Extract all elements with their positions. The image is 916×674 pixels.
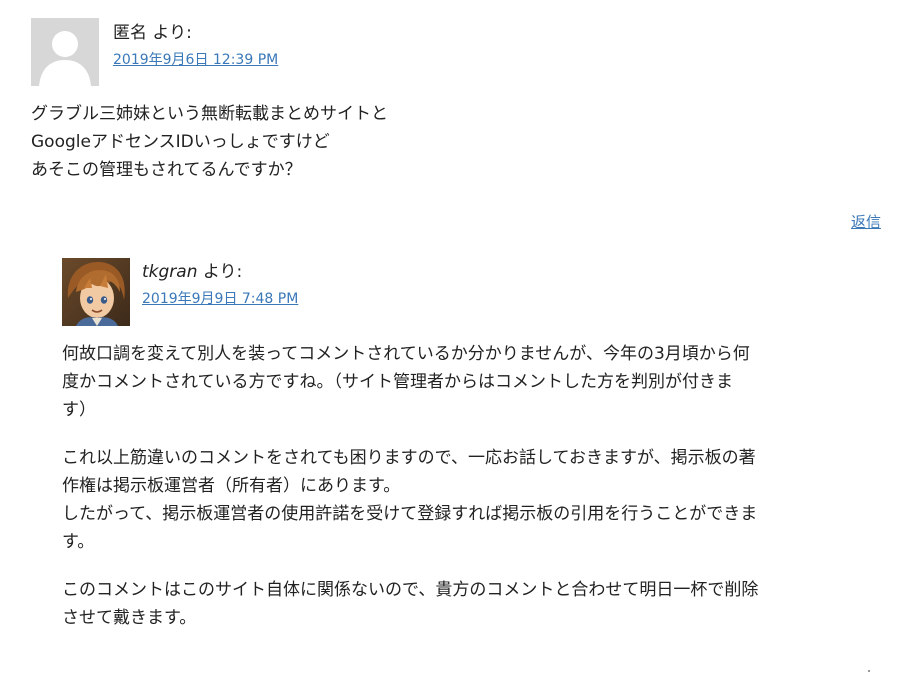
author-suffix: より: [197,262,243,282]
comment-body: 何故口調を変えて別人を装ってコメントされているか分かりませんが、今年の3月頃から… [62,340,892,652]
comment-line: 何故口調を変えて別人を装ってコメントされているか分かりませんが、今年の3月頃から… [62,344,750,364]
comment-line: させて戴きます。 [62,608,197,628]
comment-date-link[interactable]: 2019年9月9日 7:48 PM [142,289,298,309]
comment-line: 作権は掲示板運営者（所有者）にあります。 [62,476,401,496]
comment-line: あそこの管理もされてるんですか？ [31,160,302,180]
author-suffix: より: [147,23,192,43]
comment-meta: tkgran より: 2019年9月9日 7:48 PM [142,258,298,309]
author-name: tkgran [142,262,198,282]
comment-meta: 匿名 より: 2019年9月6日 12:39 PM [113,18,278,70]
divider-dot [868,670,870,672]
comment-paragraph: 何故口調を変えて別人を装ってコメントされているか分かりませんが、今年の3月頃から… [62,340,892,424]
comment-author: 匿名 より: [113,20,278,46]
comment-paragraph: このコメントはこのサイト自体に関係ないので、貴方のコメントと合わせて明日一杯で削… [62,576,892,632]
comment-author: tkgran より: [142,259,298,285]
author-name: 匿名 [113,23,147,43]
comment-line: グラブル三姉妹という無断転載まとめサイトと [31,104,388,124]
tkgran-avatar-icon [62,258,130,326]
comment-paragraph: これ以上筋違いのコメントをされても困りますので、一応お話しておきますが、掲示板の… [62,444,892,556]
comment-line: このコメントはこのサイト自体に関係ないので、貴方のコメントと合わせて明日一杯で削… [62,580,759,600]
comment-date-link[interactable]: 2019年9月6日 12:39 PM [113,50,278,70]
comment-line: す。 [62,532,95,552]
comment-line: す） [62,400,96,420]
comment-body: グラブル三姉妹という無断転載まとめサイトと GoogleアドセンスIDいっしょで… [31,100,591,184]
reply-button[interactable]: 返信 [851,212,881,232]
comment-line: 度かコメントされている方ですね。（サイト管理者からはコメントした方を判別が付きま [62,372,733,392]
comment-line: したがって、掲示板運営者の使用許諾を受けて登録すれば掲示板の引用を行うことができ… [62,504,758,524]
anonymous-avatar-icon [31,18,99,86]
comment-line: これ以上筋違いのコメントをされても困りますので、一応お話しておきますが、掲示板の… [62,448,756,468]
comment-line: GoogleアドセンスIDいっしょですけど [31,132,330,152]
